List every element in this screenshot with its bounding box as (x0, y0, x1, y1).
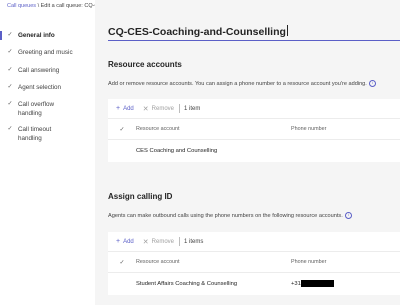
sidebar-item-label: Agent selection (18, 84, 62, 91)
x-icon: ✕ (142, 105, 149, 113)
table-row[interactable]: CES Coaching and Counselling (108, 140, 400, 162)
toolbar-divider (179, 237, 180, 246)
info-icon[interactable]: i (344, 212, 352, 219)
resource-accounts-toolbar: + Add ✕ Remove 1 item (108, 99, 400, 119)
plus-icon: + (116, 105, 121, 112)
checkmark-icon: ✓ (7, 101, 13, 107)
column-header-resource-account[interactable]: Resource account (136, 259, 291, 265)
breadcrumb-call-queues[interactable]: Call queues (7, 3, 36, 9)
calling-id-description: Agents can make outbound calls using the… (108, 212, 352, 219)
sidebar-item-call-overflow-handling[interactable]: ✓ Call overflow handling (0, 100, 95, 118)
resource-accounts-heading: Resource accounts (108, 60, 182, 69)
column-header-phone-number[interactable]: Phone number (291, 259, 391, 265)
checkmark-icon: ✓ (7, 32, 13, 38)
select-all-checkmark-icon[interactable]: ✓ (108, 126, 136, 133)
column-header-resource-account[interactable]: Resource account (136, 126, 291, 132)
calling-id-card: + Add ✕ Remove 1 items ✓ Resource accoun… (108, 232, 400, 295)
breadcrumb-separator: \ (37, 3, 40, 9)
item-count: 1 item (184, 105, 201, 112)
sidebar-item-label: Call overflow handling (18, 101, 55, 117)
sidebar-item-call-timeout-handling[interactable]: ✓ Call timeout handling (0, 125, 95, 143)
assign-calling-id-heading: Assign calling ID (108, 192, 173, 201)
remove-resource-account-button[interactable]: ✕ Remove (143, 105, 174, 113)
calling-id-description-text: Agents can make outbound calls using the… (108, 212, 343, 219)
calling-id-account-name: Student Affairs Coaching & Counselling (136, 281, 238, 287)
plus-icon: + (116, 238, 121, 245)
checkmark-icon: ✓ (7, 84, 13, 90)
table-header: ✓ Resource account Phone number (108, 252, 400, 273)
remove-label: Remove (151, 238, 174, 245)
queue-name-field[interactable]: CQ-CES-Coaching-and-Counselling (108, 22, 400, 41)
sidebar-item-label: Call answering (18, 67, 60, 74)
sidebar-item-label: Call timeout handling (18, 126, 52, 142)
sidebar-item-general-info[interactable]: ✓ General info (0, 31, 95, 40)
toolbar-divider (179, 104, 180, 113)
main-content: CQ-CES-Coaching-and-Counselling Resource… (95, 0, 400, 305)
sidebar-item-label: Greeting and music (18, 49, 73, 56)
remove-calling-id-button[interactable]: ✕ Remove (143, 238, 174, 246)
wizard-sidebar: ✓ General info ✓ Greeting and music ✓ Ca… (0, 22, 95, 305)
resource-accounts-description: Add or remove resource accounts. You can… (108, 80, 376, 87)
sidebar-item-call-answering[interactable]: ✓ Call answering (0, 66, 95, 75)
add-resource-account-button[interactable]: + Add (116, 105, 134, 112)
table-header: ✓ Resource account Phone number (108, 119, 400, 140)
checkmark-icon: ✓ (7, 126, 13, 132)
item-count: 1 items (184, 238, 204, 245)
sidebar-item-label: General info (18, 32, 55, 39)
table-row[interactable]: Student Affairs Coaching & Counselling +… (108, 273, 400, 295)
calling-id-toolbar: + Add ✕ Remove 1 items (108, 232, 400, 252)
resource-accounts-description-text: Add or remove resource accounts. You can… (108, 80, 367, 87)
remove-label: Remove (151, 105, 174, 112)
add-label: Add (123, 238, 134, 245)
checkmark-icon: ✓ (7, 67, 13, 73)
select-all-checkmark-icon[interactable]: ✓ (108, 259, 136, 266)
calling-id-phone-prefix: +31 (291, 281, 301, 288)
checkmark-icon: ✓ (7, 49, 13, 55)
resource-accounts-card: + Add ✕ Remove 1 item ✓ Resource account… (108, 99, 400, 162)
sidebar-item-greeting-and-music[interactable]: ✓ Greeting and music (0, 48, 95, 57)
text-cursor (286, 25, 288, 37)
add-label: Add (123, 105, 134, 112)
add-calling-id-button[interactable]: + Add (116, 238, 134, 245)
info-icon[interactable]: i (368, 80, 376, 87)
redacted-block (300, 280, 334, 288)
calling-id-phone: +31 (291, 280, 391, 288)
column-header-phone-number[interactable]: Phone number (291, 126, 391, 132)
x-icon: ✕ (142, 238, 149, 246)
queue-name-value: CQ-CES-Coaching-and-Counselling (108, 26, 286, 38)
resource-account-name: CES Coaching and Counselling (136, 148, 218, 154)
sidebar-item-agent-selection[interactable]: ✓ Agent selection (0, 83, 95, 92)
